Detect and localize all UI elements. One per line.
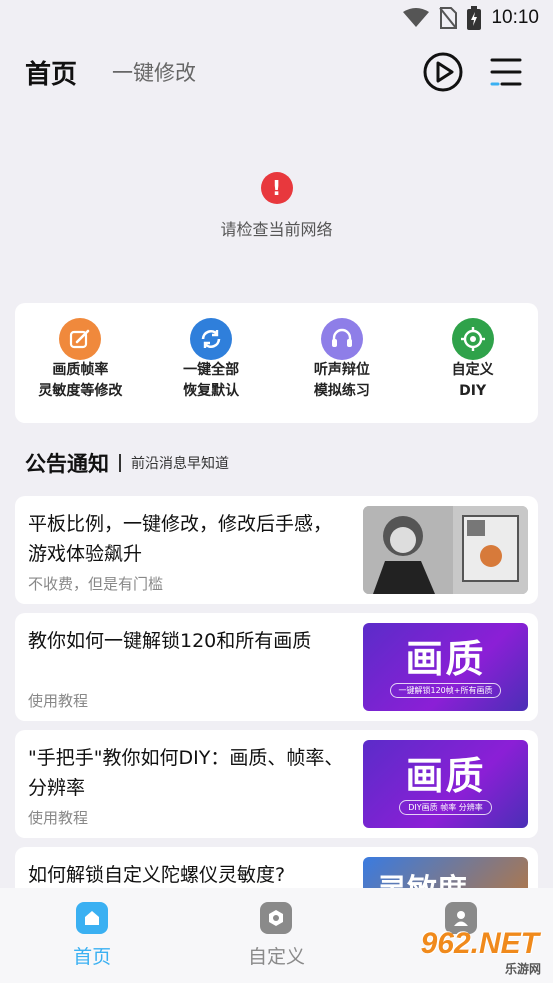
menu-icon[interactable] (488, 54, 524, 90)
refresh-icon (190, 318, 233, 360)
home-icon (76, 902, 109, 934)
news-meta: 使用教程 (28, 809, 89, 827)
news-card[interactable]: "手把手"教你如何DIY：画质、帧率、分辨率 使用教程 画质 DIY画质 帧率 … (15, 730, 538, 838)
quick-action-label: 自定义 (451, 362, 494, 378)
page-title: 首页 (25, 59, 78, 90)
quick-action-quality[interactable]: 画质帧率 灵敏度等修改 (15, 303, 146, 423)
nav-label: 自定义 (247, 946, 305, 968)
headset-icon (320, 318, 363, 360)
quick-action-label: DIY (459, 383, 487, 399)
announcements-header: 公告通知 前沿消息早知道 (25, 448, 229, 478)
announcements-subtitle: 前沿消息早知道 (131, 456, 229, 472)
thumbnail-title: 画质 (405, 636, 486, 681)
news-card[interactable]: 教你如何一键解锁120和所有画质 使用教程 画质 一键解锁120帧+所有画质 (15, 613, 538, 721)
news-thumbnail (363, 506, 528, 594)
battery-icon (467, 6, 482, 30)
tab-one-key-modify[interactable]: 一键修改 (112, 57, 196, 87)
network-error: ! 请检查当前网络 (0, 172, 553, 240)
news-title: "手把手"教你如何DIY：画质、帧率、分辨率 (28, 747, 344, 799)
thumbnail-title: 画质 (405, 753, 486, 798)
custom-icon (260, 902, 293, 934)
divider (119, 454, 121, 472)
quick-action-label: 模拟练习 (313, 383, 370, 399)
news-title: 教你如何一键解锁120和所有画质 (28, 630, 312, 652)
thumbnail-caption: 一键解锁120帧+所有画质 (389, 682, 502, 698)
quick-action-label: 听声辩位 (313, 362, 370, 378)
edit-icon (59, 318, 102, 360)
crosshair-icon (451, 318, 494, 360)
news-card[interactable]: 平板比例，一键修改，修改后手感，游戏体验飙升 不收费，但是有门槛 (15, 496, 538, 604)
nav-label: 首页 (73, 946, 112, 968)
news-title: 平板比例，一键修改，修改后手感，游戏体验飙升 (28, 513, 333, 565)
wifi-icon (403, 8, 430, 27)
top-bar: 首页 一键修改 (0, 42, 553, 102)
status-time: 10:10 (491, 7, 539, 28)
nav-custom[interactable]: 自定义 (184, 888, 368, 983)
quick-action-diy[interactable]: 自定义 DIY (407, 303, 538, 423)
watermark-logo: 962.NET 乐游网 (415, 927, 545, 979)
news-thumbnail: 画质 DIY画质 帧率 分辨率 (363, 740, 528, 828)
error-icon: ! (260, 172, 293, 204)
quick-action-label: 一键全部 (183, 362, 240, 378)
no-sim-icon (439, 7, 458, 29)
news-title: 如何解锁自定义陀螺仪灵敏度? (28, 864, 286, 886)
watermark-text: 962.NET (420, 927, 539, 960)
news-thumbnail: 画质 一键解锁120帧+所有画质 (363, 623, 528, 711)
network-error-text: 请检查当前网络 (220, 220, 333, 239)
quick-action-sound[interactable]: 听声辩位 模拟练习 (277, 303, 408, 423)
thumbnail-caption: DIY画质 帧率 分辨率 (399, 799, 492, 815)
nav-home[interactable]: 首页 (0, 888, 184, 983)
quick-action-label: 恢复默认 (183, 383, 240, 399)
play-icon[interactable] (422, 51, 464, 93)
quick-action-label: 画质帧率 (52, 362, 109, 378)
news-meta: 不收费，但是有门槛 (28, 575, 164, 593)
quick-actions-card: 画质帧率 灵敏度等修改 一键全部 恢复默认 听声辩位 模拟练习 自定义 DIY (15, 303, 538, 423)
announcements-title: 公告通知 (25, 452, 109, 476)
status-bar: 10:10 (0, 0, 553, 36)
quick-action-label: 灵敏度等修改 (38, 383, 123, 399)
watermark-subtext: 乐游网 (504, 962, 541, 976)
news-meta: 使用教程 (28, 692, 89, 710)
quick-action-restore[interactable]: 一键全部 恢复默认 (146, 303, 277, 423)
